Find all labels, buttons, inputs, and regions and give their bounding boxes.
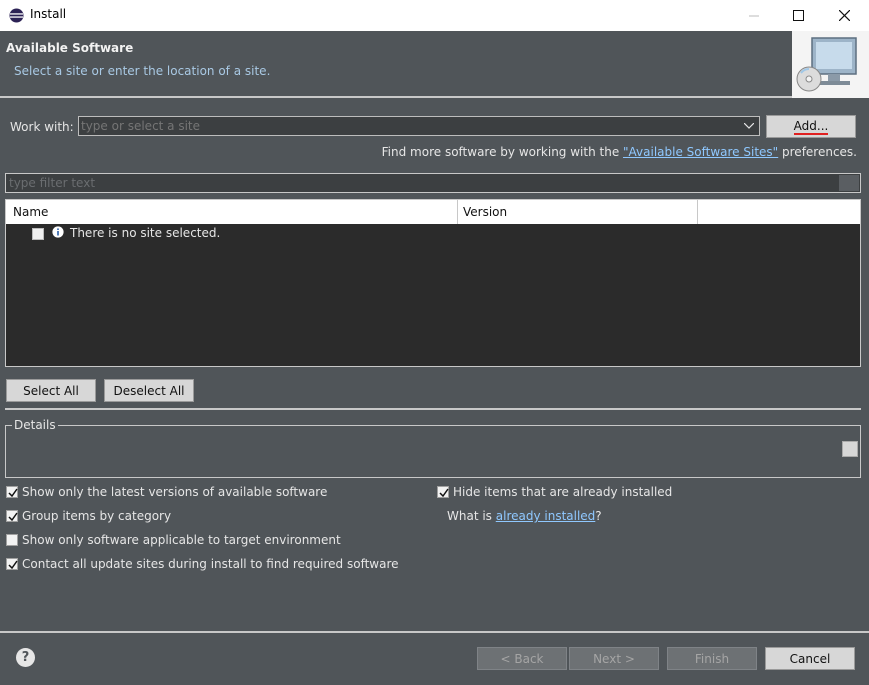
work-with-combo[interactable] [78,116,760,136]
checkmark-icon [8,512,18,522]
close-icon [838,10,850,21]
what-is-prefix: What is [447,509,496,523]
minimize-icon [749,15,759,16]
contact-update-sites-checkbox[interactable] [6,558,18,570]
find-more-suffix: preferences. [778,145,857,159]
row-checkbox[interactable] [32,228,44,240]
hide-installed-label: Hide items that are already installed [453,485,673,499]
next-button[interactable]: Next > [569,647,659,670]
target-environment-checkbox[interactable] [6,534,18,546]
select-all-button[interactable]: Select All [6,379,96,402]
details-group: Details [5,418,861,478]
details-legend: Details [12,418,58,432]
finish-button[interactable]: Finish [667,647,757,670]
hide-installed-checkbox[interactable] [437,486,449,498]
table-header: Name Version [6,200,860,224]
latest-versions-option[interactable]: Show only the latest versions of availab… [6,485,327,499]
deselect-all-button[interactable]: Deselect All [104,379,194,402]
contact-update-sites-label: Contact all update sites during install … [22,557,399,571]
work-with-input[interactable] [79,117,739,135]
back-button-label: < Back [500,651,544,666]
add-site-button[interactable]: Add... [766,115,856,138]
latest-versions-checkbox[interactable] [6,486,18,498]
minimize-button[interactable] [731,0,777,31]
find-more-text: Find more software by working with the "… [382,145,857,159]
footer-separator [0,631,869,633]
find-more-prefix: Find more software by working with the [381,145,624,159]
what-is-installed-text: What is already installed? [447,509,602,523]
deselect-all-label: Deselect All [113,383,185,398]
group-by-category-checkbox[interactable] [6,510,18,522]
software-table[interactable]: Name Version There is no site selected. [5,199,861,367]
info-icon [52,226,64,238]
page-subtitle: Select a site or enter the location of a… [14,64,271,78]
contact-update-sites-option[interactable]: Contact all update sites during install … [6,557,399,571]
what-is-suffix: ? [595,509,602,523]
separator [5,408,861,410]
group-by-category-option[interactable]: Group items by category [6,509,171,523]
latest-versions-label: Show only the latest versions of availab… [22,485,328,499]
target-environment-option[interactable]: Show only software applicable to target … [6,533,341,547]
filter-field[interactable] [5,173,861,193]
work-with-label: Work with: [10,120,74,134]
page-title: Available Software [6,41,134,55]
eclipse-logo-icon [9,8,24,23]
wizard-banner: Available Software Select a site or ente… [0,31,869,98]
add-site-button-label: Add... [793,118,829,135]
next-button-label: Next > [593,651,635,666]
column-empty [698,200,860,224]
title-bar: Install [0,0,869,31]
install-banner-image [792,31,869,98]
group-by-category-label: Group items by category [22,509,172,523]
close-button[interactable] [821,0,867,31]
checkmark-icon [8,488,18,498]
details-scrollbar[interactable] [842,441,858,457]
filter-input[interactable] [6,174,838,192]
hide-installed-option[interactable]: Hide items that are already installed [437,485,672,499]
cancel-button[interactable]: Cancel [765,647,855,670]
filter-clear-area [839,175,859,191]
finish-button-label: Finish [694,651,730,666]
checkmark-icon [8,560,18,570]
window-title: Install [30,7,67,21]
computer-cd-icon [796,37,857,92]
row-label: There is no site selected. [70,226,221,240]
column-name[interactable]: Name [6,200,458,224]
already-installed-link[interactable]: already installed [496,509,596,523]
back-button[interactable]: < Back [477,647,567,670]
maximize-icon [792,10,804,21]
help-icon[interactable]: ? [16,648,35,667]
select-all-label: Select All [23,383,79,398]
table-row[interactable]: There is no site selected. [6,224,860,244]
chevron-down-icon[interactable] [739,117,759,135]
cancel-button-label: Cancel [789,651,831,666]
checkmark-icon [439,488,449,498]
target-environment-label: Show only software applicable to target … [22,533,341,547]
column-version[interactable]: Version [458,200,698,224]
available-software-sites-link[interactable]: "Available Software Sites" [623,145,778,159]
maximize-button[interactable] [775,0,821,31]
